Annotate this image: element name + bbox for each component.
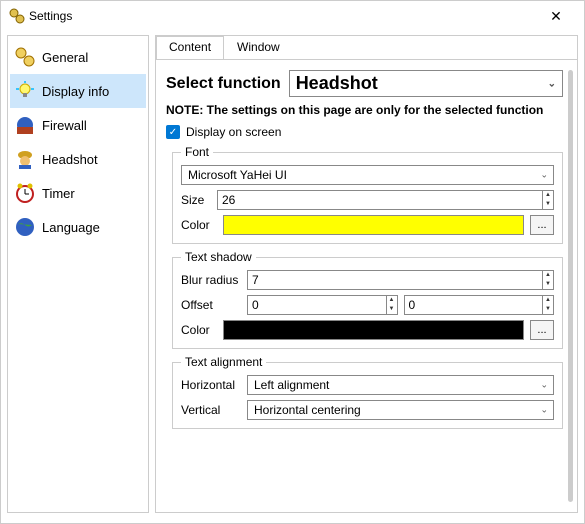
shadow-color-label: Color (181, 323, 217, 337)
horiz-label: Horizontal (181, 378, 241, 392)
sidebar-item-display-info[interactable]: Display info (10, 74, 146, 108)
shadow-legend: Text shadow (181, 250, 256, 264)
sidebar-item-label: General (42, 50, 88, 65)
display-checkbox-row: ✓ Display on screen (166, 125, 563, 139)
window-title: Settings (29, 9, 536, 23)
tab-window[interactable]: Window (224, 36, 293, 60)
spin-down-icon[interactable]: ▼ (543, 280, 553, 289)
offset-y-input[interactable] (405, 296, 543, 314)
vert-align-value: Horizontal centering (254, 403, 361, 417)
sidebar-item-headshot[interactable]: Headshot (10, 142, 146, 176)
chevron-down-icon: ⌄ (540, 405, 548, 416)
offset-x-spinner[interactable]: ▲▼ (247, 295, 398, 315)
main-panel: Content Window Select function Headshot … (155, 35, 578, 513)
font-legend: Font (181, 145, 213, 159)
function-select-value: Headshot (296, 73, 378, 93)
sidebar-item-label: Language (42, 220, 100, 235)
sidebar-item-label: Headshot (42, 152, 98, 167)
spin-down-icon[interactable]: ▼ (543, 305, 553, 314)
shadow-color-picker-button[interactable]: ... (530, 320, 554, 340)
content-area: General Display info Firewall Headshot T… (1, 31, 584, 523)
font-color-picker-button[interactable]: ... (530, 215, 554, 235)
globe-icon (14, 216, 36, 238)
blur-input[interactable] (248, 271, 542, 289)
font-family-value: Microsoft YaHei UI (188, 168, 287, 182)
vert-align-select[interactable]: Horizontal centering ⌄ (247, 400, 554, 420)
sidebar-item-label: Display info (42, 84, 109, 99)
headshot-icon (14, 148, 36, 170)
font-color-swatch[interactable] (223, 215, 524, 235)
lightbulb-icon (14, 80, 36, 102)
sidebar-item-label: Timer (42, 186, 75, 201)
blur-spinner[interactable]: ▲▼ (247, 270, 554, 290)
size-label: Size (181, 193, 211, 207)
tab-panel: Select function Headshot ⌄ NOTE: The set… (156, 59, 577, 512)
sidebar-item-firewall[interactable]: Firewall (10, 108, 146, 142)
horiz-align-value: Left alignment (254, 378, 329, 392)
spin-up-icon[interactable]: ▲ (543, 271, 553, 280)
firewall-icon (14, 114, 36, 136)
offset-x-input[interactable] (248, 296, 386, 314)
spin-up-icon[interactable]: ▲ (387, 296, 397, 305)
spin-down-icon[interactable]: ▼ (543, 200, 553, 209)
display-checkbox-label: Display on screen (186, 125, 281, 139)
offset-y-spinner[interactable]: ▲▼ (404, 295, 555, 315)
spin-up-icon[interactable]: ▲ (543, 191, 553, 200)
sidebar-item-timer[interactable]: Timer (10, 176, 146, 210)
chevron-down-icon: ⌄ (540, 380, 548, 391)
display-checkbox[interactable]: ✓ (166, 125, 180, 139)
sidebar-item-label: Firewall (42, 118, 87, 133)
sidebar: General Display info Firewall Headshot T… (7, 35, 149, 513)
align-legend: Text alignment (181, 355, 266, 369)
font-family-select[interactable]: Microsoft YaHei UI ⌄ (181, 165, 554, 185)
align-group: Text alignment Horizontal Left alignment… (172, 355, 563, 429)
vert-label: Vertical (181, 403, 241, 417)
font-group: Font Microsoft YaHei UI ⌄ Size ▲▼ Color (172, 145, 563, 244)
tab-content[interactable]: Content (156, 36, 224, 60)
offset-label: Offset (181, 298, 241, 312)
tabs: Content Window (156, 36, 577, 60)
scrollbar[interactable] (568, 70, 573, 502)
gears-icon (14, 46, 36, 68)
blur-label: Blur radius (181, 273, 241, 287)
titlebar: Settings ✕ (1, 1, 584, 31)
close-button[interactable]: ✕ (536, 8, 576, 25)
function-select-label: Select function (166, 75, 281, 93)
chevron-down-icon: ⌄ (540, 170, 548, 181)
gears-icon (9, 8, 25, 24)
spin-down-icon[interactable]: ▼ (387, 305, 397, 314)
horiz-align-select[interactable]: Left alignment ⌄ (247, 375, 554, 395)
spin-up-icon[interactable]: ▲ (543, 296, 553, 305)
font-size-input[interactable] (218, 191, 542, 209)
shadow-color-swatch[interactable] (223, 320, 524, 340)
clock-icon (14, 182, 36, 204)
function-select[interactable]: Headshot ⌄ (289, 70, 563, 97)
font-color-label: Color (181, 218, 217, 232)
sidebar-item-language[interactable]: Language (10, 210, 146, 244)
shadow-group: Text shadow Blur radius ▲▼ Offset ▲▼ (172, 250, 563, 349)
note-text: NOTE: The settings on this page are only… (166, 103, 563, 117)
font-size-spinner[interactable]: ▲▼ (217, 190, 554, 210)
sidebar-item-general[interactable]: General (10, 40, 146, 74)
chevron-down-icon: ⌄ (548, 78, 556, 89)
function-select-row: Select function Headshot ⌄ (166, 70, 563, 97)
